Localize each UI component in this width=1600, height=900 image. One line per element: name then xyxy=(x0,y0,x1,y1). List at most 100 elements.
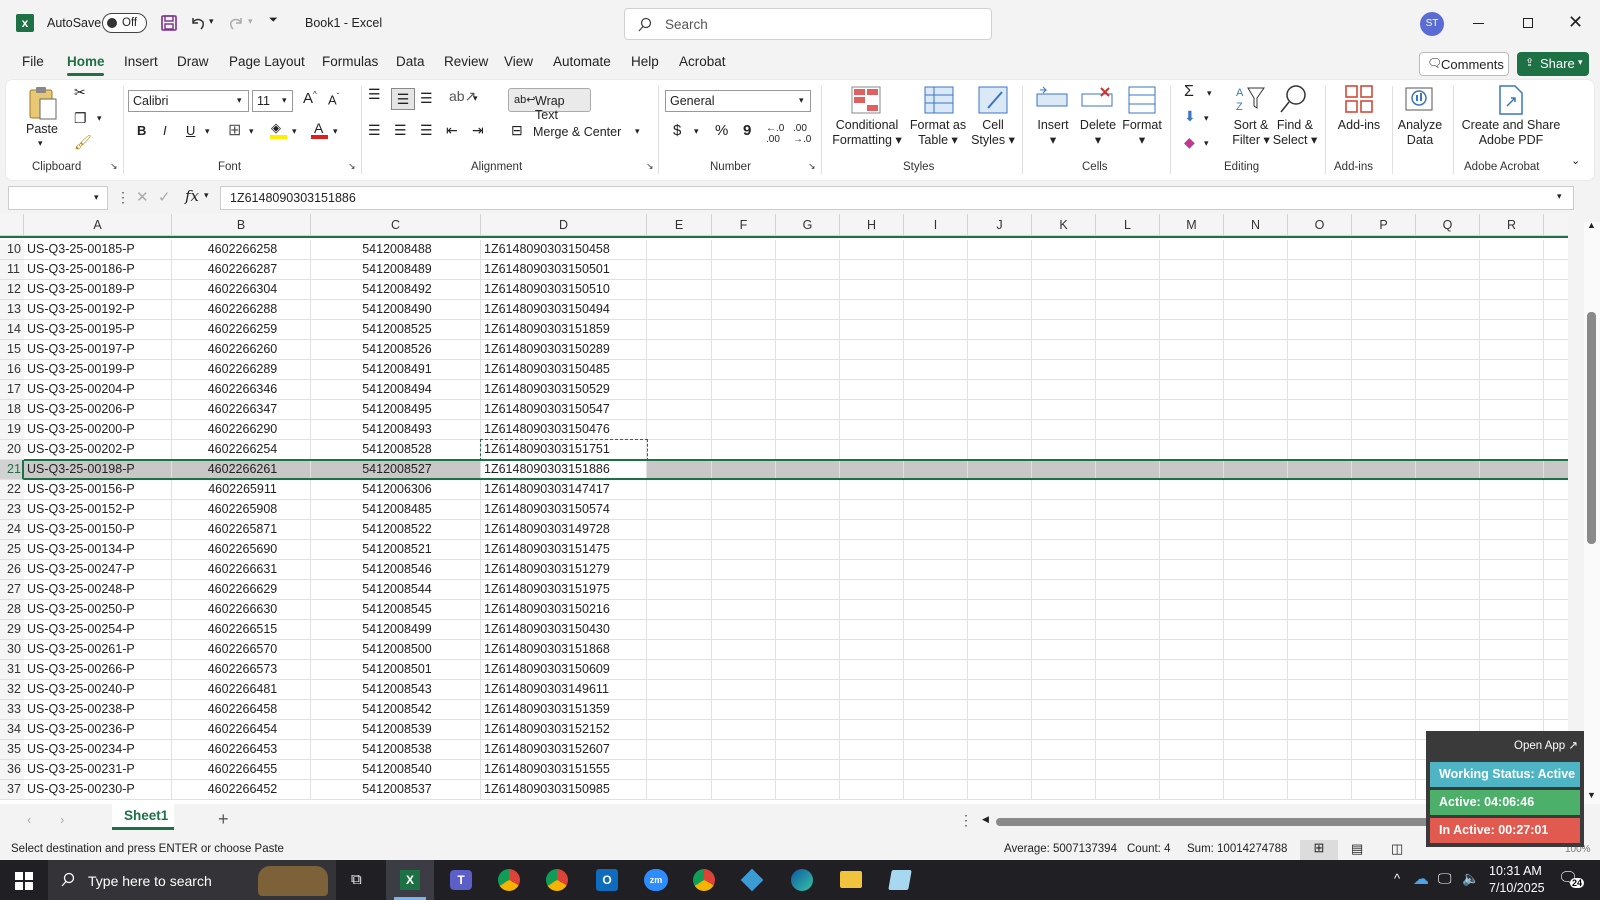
cell[interactable] xyxy=(1160,660,1224,680)
cell[interactable] xyxy=(968,420,1032,440)
merge-label[interactable]: Merge & Center xyxy=(533,125,621,139)
cell[interactable] xyxy=(1032,600,1096,620)
cell[interactable] xyxy=(647,500,712,520)
zoom-app-icon[interactable]: zm xyxy=(644,869,668,891)
column-header-k[interactable]: K xyxy=(1032,214,1096,236)
cell[interactable] xyxy=(1224,320,1288,340)
sort-filter-icon[interactable]: AZ xyxy=(1235,84,1267,114)
cell[interactable]: 5412008537 xyxy=(311,780,481,800)
cell[interactable] xyxy=(647,600,712,620)
notification-center[interactable]: 🗨 24 xyxy=(1558,868,1586,892)
tab-formulas[interactable]: Formulas xyxy=(322,54,378,69)
cell[interactable] xyxy=(1160,700,1224,720)
search-box[interactable]: Search xyxy=(624,8,992,40)
cell[interactable] xyxy=(647,240,712,260)
cell[interactable] xyxy=(968,480,1032,500)
dialog-launcher-icon[interactable]: ↘ xyxy=(808,161,816,172)
cell[interactable] xyxy=(968,460,1032,480)
normal-view-button[interactable]: ⊞ xyxy=(1300,840,1338,860)
cell[interactable] xyxy=(1416,400,1480,420)
cell[interactable] xyxy=(1288,300,1352,320)
cell[interactable] xyxy=(647,540,712,560)
cell[interactable] xyxy=(1032,420,1096,440)
sort-filter-label[interactable]: Sort & Filter ▾ xyxy=(1228,118,1274,148)
tab-acrobat[interactable]: Acrobat xyxy=(679,54,726,69)
cell[interactable] xyxy=(1224,480,1288,500)
column-header-l[interactable]: L xyxy=(1096,214,1160,236)
restore-icon[interactable] xyxy=(1523,18,1533,28)
cell[interactable] xyxy=(968,560,1032,580)
cell[interactable]: US-Q3-25-00250-P xyxy=(24,600,172,620)
underline-dropdown-icon[interactable]: ▾ xyxy=(205,126,210,137)
cell[interactable] xyxy=(1416,340,1480,360)
bold-button[interactable]: B xyxy=(137,123,146,138)
cell[interactable]: 1Z6148090303149728 xyxy=(481,520,647,540)
cell[interactable] xyxy=(840,680,904,700)
percent-icon[interactable]: % xyxy=(715,122,728,139)
cell[interactable] xyxy=(712,420,776,440)
cell[interactable]: US-Q3-25-00261-P xyxy=(24,640,172,660)
cell[interactable] xyxy=(1416,580,1480,600)
cell[interactable] xyxy=(1096,680,1160,700)
cell[interactable] xyxy=(1544,600,1568,620)
cell[interactable] xyxy=(776,240,840,260)
cell[interactable] xyxy=(1096,480,1160,500)
chrome-profile-app-icon[interactable] xyxy=(546,869,568,891)
cell[interactable] xyxy=(776,460,840,480)
cell[interactable] xyxy=(1160,340,1224,360)
cell[interactable] xyxy=(968,500,1032,520)
insert-cells-icon[interactable] xyxy=(1036,86,1068,114)
cell[interactable] xyxy=(840,520,904,540)
cell[interactable] xyxy=(1224,380,1288,400)
save-icon[interactable] xyxy=(160,14,178,32)
cell[interactable] xyxy=(647,400,712,420)
row-header[interactable]: 26 xyxy=(0,560,24,580)
clock-date[interactable]: 7/10/2025 xyxy=(1489,881,1545,895)
cell[interactable]: 4602265690 xyxy=(172,540,311,560)
cell[interactable] xyxy=(712,520,776,540)
cell[interactable]: 4602266258 xyxy=(172,240,311,260)
align-middle-icon[interactable]: ☰ xyxy=(391,88,415,110)
cell[interactable] xyxy=(1032,660,1096,680)
undo-dropdown-icon[interactable]: ▾ xyxy=(209,16,214,27)
cancel-icon[interactable]: ✕ xyxy=(136,188,149,206)
cell[interactable] xyxy=(1160,520,1224,540)
next-sheet-icon[interactable]: › xyxy=(60,812,64,827)
cell[interactable] xyxy=(776,520,840,540)
cell[interactable] xyxy=(1160,480,1224,500)
cell[interactable]: US-Q3-25-00266-P xyxy=(24,660,172,680)
column-header-g[interactable]: G xyxy=(776,214,840,236)
row-header[interactable]: 11 xyxy=(0,260,24,280)
cell[interactable] xyxy=(840,620,904,640)
cell[interactable] xyxy=(840,580,904,600)
font-name-select[interactable]: Calibri ▾ xyxy=(128,90,249,112)
cell[interactable] xyxy=(776,400,840,420)
cell[interactable] xyxy=(712,700,776,720)
cell[interactable] xyxy=(1352,620,1416,640)
cell[interactable] xyxy=(1416,320,1480,340)
align-top-icon[interactable]: ☰ xyxy=(368,86,381,103)
row-header[interactable]: 35 xyxy=(0,740,24,760)
cell[interactable]: US-Q3-25-00202-P xyxy=(24,440,172,460)
chrome-app-icon[interactable] xyxy=(498,869,520,891)
cell[interactable] xyxy=(1288,280,1352,300)
cell[interactable]: 4602266304 xyxy=(172,280,311,300)
cell[interactable]: 1Z6148090303150510 xyxy=(481,280,647,300)
cell[interactable]: 5412006306 xyxy=(311,480,481,500)
cell[interactable] xyxy=(1224,640,1288,660)
scroll-up-icon[interactable]: ▲ xyxy=(1587,220,1596,230)
cell[interactable] xyxy=(1352,780,1416,800)
cell[interactable] xyxy=(1480,600,1544,620)
cell[interactable] xyxy=(1480,360,1544,380)
windows-start-icon[interactable] xyxy=(15,872,33,890)
cell[interactable]: 4602265871 xyxy=(172,520,311,540)
cell[interactable] xyxy=(840,660,904,680)
cell[interactable]: 1Z6148090303147417 xyxy=(481,480,647,500)
cell[interactable] xyxy=(1352,360,1416,380)
cell[interactable] xyxy=(1096,760,1160,780)
cell[interactable] xyxy=(712,260,776,280)
cell[interactable] xyxy=(1096,440,1160,460)
cell[interactable] xyxy=(1096,280,1160,300)
cell[interactable]: US-Q3-25-00185-P xyxy=(24,240,172,260)
cell[interactable] xyxy=(1352,680,1416,700)
